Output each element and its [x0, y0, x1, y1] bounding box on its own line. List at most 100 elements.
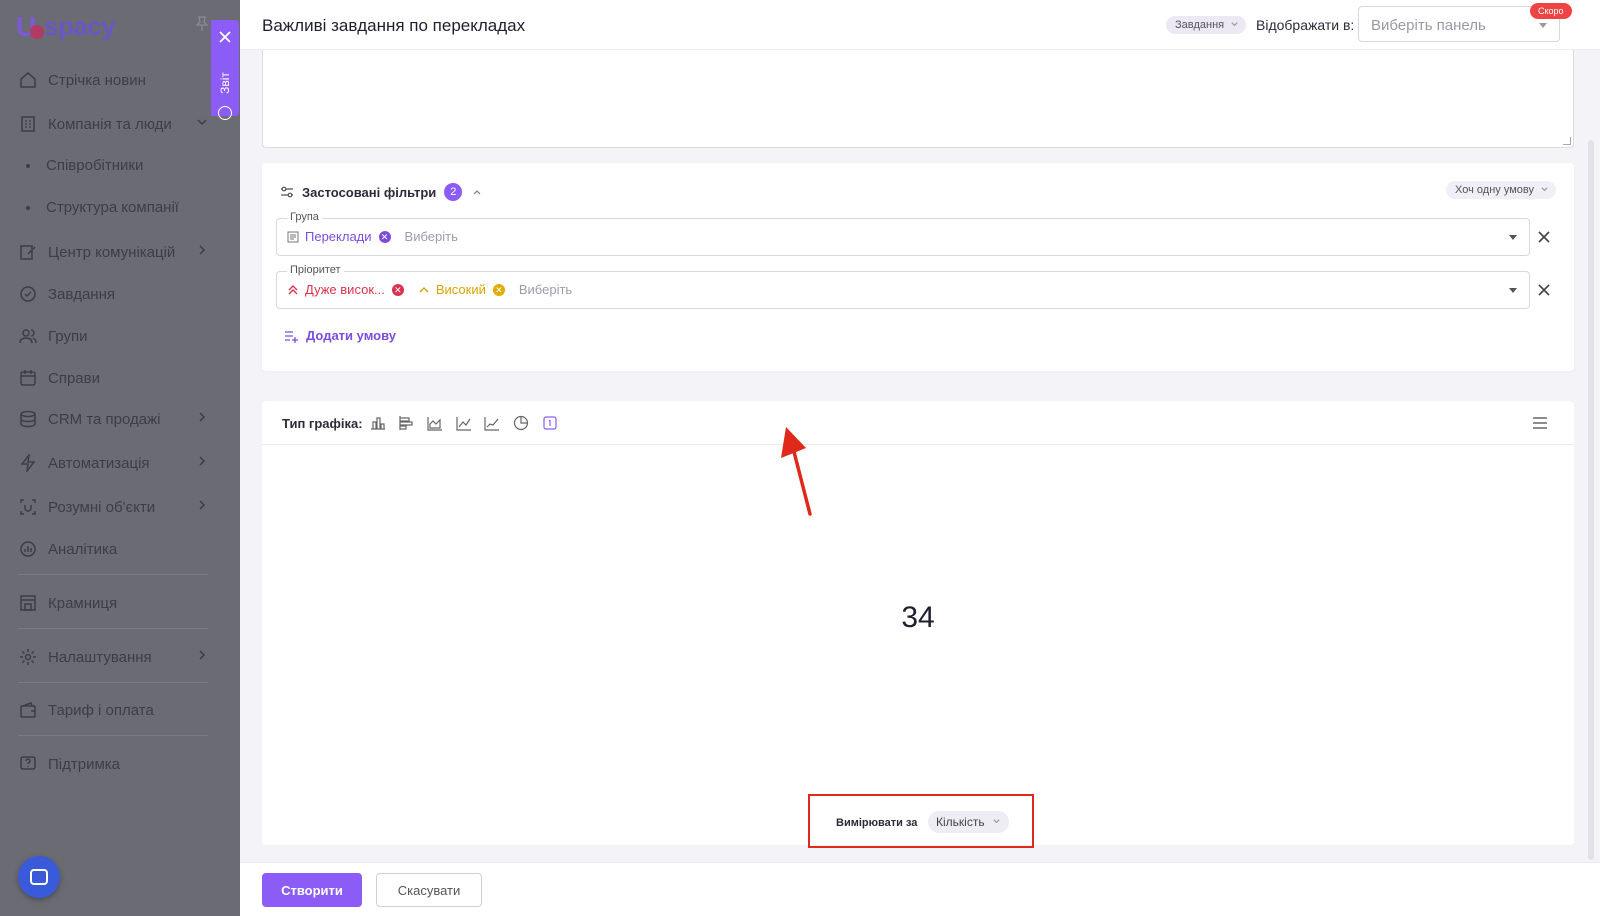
- sidebar-item-label: Автоматизація: [48, 454, 150, 472]
- sidebar-item-label: Стрічка новин: [48, 71, 146, 89]
- gear-icon: [18, 647, 38, 667]
- home-icon: [18, 70, 38, 90]
- sidebar-item-support[interactable]: Підтримка: [18, 751, 208, 777]
- add-condition-button[interactable]: Додати умову: [284, 328, 396, 343]
- priority-filter-tags: Дуже висок... ✕ Високий ✕ Виберіть: [287, 282, 572, 297]
- caret-down-icon[interactable]: [1509, 288, 1517, 293]
- chat-widget-button[interactable]: [18, 856, 60, 898]
- remove-group-filter-icon[interactable]: [1537, 230, 1551, 244]
- chevron-up-icon[interactable]: [472, 187, 482, 197]
- check-circle-icon: [18, 284, 38, 304]
- priority-filter-legend: Пріоритет: [287, 264, 344, 276]
- metric-value: 34: [901, 601, 935, 634]
- measure-highlight: Вимірювати за Кількість: [808, 794, 1034, 848]
- sidebar-item-label: Завдання: [48, 285, 115, 303]
- editor-header: Важливі завдання по перекладах Завдання …: [240, 0, 1600, 50]
- report-side-tab[interactable]: Звіт: [211, 20, 239, 120]
- chat-icon: [30, 869, 48, 885]
- chart-type-label: Тип графіка:: [282, 416, 363, 431]
- store-icon: [18, 593, 38, 613]
- logo-mark: U: [14, 11, 44, 42]
- page-title[interactable]: Важливі завдання по перекладах: [262, 16, 525, 36]
- applied-filters-card: Застосовані фільтри 2 Хоч одну умову Гру…: [262, 163, 1574, 371]
- group-filter-tags: Переклади ✕ Виберіть: [287, 229, 458, 244]
- filter-tag[interactable]: Переклади ✕: [287, 229, 391, 244]
- entity-type-dropdown[interactable]: Завдання: [1166, 16, 1247, 34]
- show-in-label: Відображати в:: [1256, 17, 1355, 33]
- area-chart-icon[interactable]: [427, 415, 443, 431]
- remove-tag-icon[interactable]: ✕: [391, 283, 404, 296]
- sidebar-item-billing[interactable]: Тариф і оплата: [18, 697, 208, 723]
- logo[interactable]: U spacy: [14, 10, 116, 43]
- sidebar-item-label: Крамниця: [48, 594, 118, 612]
- help-icon: [18, 754, 38, 774]
- pin-icon[interactable]: [196, 16, 208, 32]
- pie-chart-icon[interactable]: [513, 415, 529, 431]
- chart-toolbar: Тип графіка:: [262, 401, 1574, 445]
- sidebar-item-label: Підтримка: [48, 755, 121, 773]
- remove-priority-filter-icon[interactable]: [1537, 283, 1551, 297]
- close-icon[interactable]: [218, 30, 232, 44]
- annotation-arrow: [781, 427, 812, 516]
- group-icon: [287, 231, 299, 242]
- resize-handle[interactable]: [1563, 137, 1571, 145]
- sidebar-item-label: Компанія та люди: [48, 115, 172, 133]
- sidebar-subitem-employees[interactable]: Співробітники: [26, 157, 143, 174]
- chevron-right-icon: [199, 412, 206, 422]
- sidebar-item-label: Групи: [48, 327, 88, 345]
- sidebar-item-tasks[interactable]: Завдання: [18, 281, 208, 307]
- calendar-icon: [18, 368, 38, 388]
- sidebar-divider: [18, 574, 208, 575]
- sidebar-item-groups[interactable]: Групи: [18, 323, 208, 349]
- chevron-right-icon: [199, 650, 206, 660]
- filters-title: Застосовані фільтри: [302, 184, 437, 200]
- trend-chart-icon[interactable]: [484, 415, 500, 431]
- filter-tag[interactable]: Високий ✕: [418, 282, 505, 297]
- sidebar-divider: [18, 735, 208, 736]
- sidebar-item-company[interactable]: Компанія та люди: [18, 111, 208, 137]
- double-chevron-up-icon: [288, 284, 298, 294]
- group-filter-placeholder: Виберіть: [404, 229, 458, 244]
- chevron-right-icon: [199, 245, 206, 255]
- chevron-up-icon: [419, 286, 429, 292]
- sidebar-item-communications[interactable]: Центр комунікацій: [18, 239, 208, 265]
- cancel-button[interactable]: Скасувати: [376, 873, 482, 907]
- sidebar-item-automation[interactable]: Автоматизація: [18, 450, 208, 476]
- remove-tag-icon[interactable]: ✕: [492, 283, 505, 296]
- database-icon: [18, 409, 38, 429]
- sidebar: U spacy Стрічка новин Компанія та люди С…: [0, 0, 240, 916]
- number-chart-icon[interactable]: [542, 415, 558, 431]
- priority-filter-field[interactable]: Пріоритет Дуже висок... ✕ Високий ✕ Вибе…: [276, 264, 1530, 309]
- chevron-down-icon: [1541, 187, 1548, 192]
- filters-header[interactable]: Застосовані фільтри 2: [280, 183, 482, 201]
- chevron-down-icon: [197, 119, 207, 126]
- sidebar-item-analytics[interactable]: Аналітика: [18, 536, 208, 562]
- description-textarea[interactable]: [262, 50, 1574, 148]
- group-filter-field[interactable]: Група Переклади ✕ Виберіть: [276, 211, 1530, 256]
- remove-tag-icon[interactable]: ✕: [378, 230, 391, 243]
- horizontal-bar-chart-icon[interactable]: [398, 415, 414, 431]
- editor-footer: Створити Скасувати: [240, 862, 1600, 916]
- sidebar-subitem-structure[interactable]: Структура компанії: [26, 199, 179, 216]
- sidebar-item-label: Аналітика: [48, 540, 118, 558]
- sidebar-item-settings[interactable]: Налаштування: [18, 644, 208, 670]
- create-button[interactable]: Створити: [262, 873, 362, 907]
- sidebar-item-news[interactable]: Стрічка новин: [18, 67, 208, 93]
- sidebar-item-smart-objects[interactable]: Розумні об'єкти: [18, 494, 208, 520]
- sidebar-item-affairs[interactable]: Справи: [18, 365, 208, 391]
- line-chart-icon[interactable]: [456, 415, 472, 431]
- filter-tag[interactable]: Дуже висок... ✕: [287, 282, 404, 297]
- scrollbar[interactable]: [1588, 140, 1594, 860]
- bar-chart-icon[interactable]: [370, 415, 386, 431]
- sidebar-item-store[interactable]: Крамниця: [18, 590, 208, 616]
- sidebar-divider: [18, 628, 208, 629]
- caret-down-icon[interactable]: [1509, 235, 1517, 240]
- measure-by-dropdown[interactable]: Кількість: [928, 811, 1009, 833]
- bolt-icon: [18, 453, 38, 473]
- logo-text: spacy: [44, 10, 116, 41]
- sidebar-item-crm[interactable]: CRM та продажі: [18, 406, 208, 432]
- condition-mode-dropdown[interactable]: Хоч одну умову: [1446, 181, 1556, 199]
- add-list-icon: [285, 330, 298, 343]
- menu-icon[interactable]: [1532, 417, 1548, 429]
- chart-card: Тип графіка: 34 Вимірювати за Кількість: [262, 401, 1574, 848]
